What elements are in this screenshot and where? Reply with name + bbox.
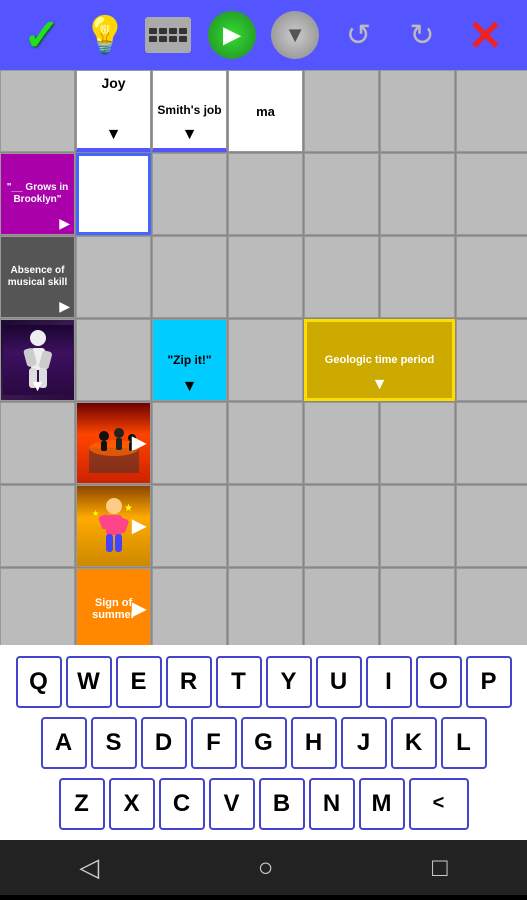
cell-zip-it[interactable]: "Zip it!" ▼	[152, 319, 227, 401]
key-q[interactable]: Q	[16, 656, 62, 708]
key-n[interactable]: N	[309, 778, 355, 830]
svg-text:★: ★	[92, 509, 99, 518]
check-button[interactable]: ✓	[16, 9, 68, 61]
undo-button[interactable]: ↺	[333, 9, 385, 61]
key-f[interactable]: F	[191, 717, 237, 769]
key-z[interactable]: Z	[59, 778, 105, 830]
cell-r2-c1[interactable]	[76, 236, 151, 318]
keyboard-button[interactable]	[142, 9, 194, 61]
cell-r0-c5[interactable]	[380, 70, 455, 152]
crossword-grid: Joy ▼ Smith's job ▼ ma "__ Grows in Broo…	[0, 70, 527, 645]
cell-photo-concert[interactable]: ▶	[76, 402, 151, 484]
cell-r3-c6[interactable]	[456, 319, 527, 401]
recents-button[interactable]: □	[432, 852, 448, 883]
cell-r6-c3[interactable]	[228, 568, 303, 645]
cell-r2-c6[interactable]	[456, 236, 527, 318]
key-g[interactable]: G	[241, 717, 287, 769]
cell-r1-c2[interactable]	[152, 153, 227, 235]
cell-photo-costume[interactable]: ★ ★ ▶	[76, 485, 151, 567]
cell-r1-c3[interactable]	[228, 153, 303, 235]
key-x[interactable]: X	[109, 778, 155, 830]
next-button[interactable]: ▶	[206, 9, 258, 61]
key-s[interactable]: S	[91, 717, 137, 769]
cell-r4-c5[interactable]	[380, 402, 455, 484]
keyboard-row-1: Q W E R T Y U I O P	[4, 656, 523, 708]
cell-r3-c1[interactable]	[76, 319, 151, 401]
cell-r1-c6[interactable]	[456, 153, 527, 235]
keyboard-row-3: Z X C V B N M <	[4, 778, 523, 830]
key-b[interactable]: B	[259, 778, 305, 830]
cell-r2-c2[interactable]	[152, 236, 227, 318]
key-k[interactable]: K	[391, 717, 437, 769]
cell-r5-c4[interactable]	[304, 485, 379, 567]
cell-r1-c1[interactable]	[76, 153, 151, 235]
cell-sign-summer[interactable]: Sign of summer ▶	[76, 568, 151, 645]
cell-r5-c5[interactable]	[380, 485, 455, 567]
key-j[interactable]: J	[341, 717, 387, 769]
keyboard-area: Q W E R T Y U I O P A S D F G H J K L Z …	[0, 645, 527, 840]
cell-photo-person[interactable]: ▼	[0, 319, 75, 401]
cell-r4-c6[interactable]	[456, 402, 527, 484]
key-w[interactable]: W	[66, 656, 112, 708]
key-a[interactable]: A	[41, 717, 87, 769]
cell-r4-c4[interactable]	[304, 402, 379, 484]
cell-r2-c3[interactable]	[228, 236, 303, 318]
cell-r4-c3[interactable]	[228, 402, 303, 484]
cell-r3-c3[interactable]	[228, 319, 303, 401]
cell-r4-c2[interactable]	[152, 402, 227, 484]
toolbar: ✓ 💡 ▶ ▼ ↺ ↻ ✕	[0, 0, 527, 70]
cell-header-ma[interactable]: ma	[228, 70, 303, 152]
key-o[interactable]: O	[416, 656, 462, 708]
cell-r2-c5[interactable]	[380, 236, 455, 318]
cell-r0-c0[interactable]	[0, 70, 75, 152]
home-button[interactable]: ○	[258, 852, 274, 883]
cell-r1-c5[interactable]	[380, 153, 455, 235]
cell-r6-c4[interactable]	[304, 568, 379, 645]
key-p[interactable]: P	[466, 656, 512, 708]
nav-bar: ◁ ○ □	[0, 840, 527, 895]
key-c[interactable]: C	[159, 778, 205, 830]
cell-r2-c4[interactable]	[304, 236, 379, 318]
cell-geologic[interactable]: Geologic time period ▼	[304, 319, 455, 401]
cell-r5-c3[interactable]	[228, 485, 303, 567]
key-t[interactable]: T	[216, 656, 262, 708]
svg-text:★: ★	[124, 503, 133, 514]
key-m[interactable]: M	[359, 778, 405, 830]
cell-r5-c0[interactable]	[0, 485, 75, 567]
key-y[interactable]: Y	[266, 656, 312, 708]
hint-button[interactable]: 💡	[79, 9, 131, 61]
back-button[interactable]: ◁	[79, 852, 99, 883]
grid-area: Joy ▼ Smith's job ▼ ma "__ Grows in Broo…	[0, 70, 527, 645]
cell-r0-c6[interactable]	[456, 70, 527, 152]
key-i[interactable]: I	[366, 656, 412, 708]
cell-r0-c4[interactable]	[304, 70, 379, 152]
cell-r6-c5[interactable]	[380, 568, 455, 645]
cell-r6-c6[interactable]	[456, 568, 527, 645]
key-e[interactable]: E	[116, 656, 162, 708]
backspace-key[interactable]: <	[409, 778, 469, 830]
down-button[interactable]: ▼	[269, 9, 321, 61]
cell-header-joy[interactable]: Joy ▼	[76, 70, 151, 152]
cell-r1-c4[interactable]	[304, 153, 379, 235]
cell-header-smiths[interactable]: Smith's job ▼	[152, 70, 227, 152]
cell-r5-c2[interactable]	[152, 485, 227, 567]
cell-r6-c2[interactable]	[152, 568, 227, 645]
cell-r5-c6[interactable]	[456, 485, 527, 567]
cell-grows-brooklyn[interactable]: "__ Grows in Brooklyn" ▶	[0, 153, 75, 235]
keyboard-row-2: A S D F G H J K L	[4, 717, 523, 769]
key-h[interactable]: H	[291, 717, 337, 769]
close-button[interactable]: ✕	[459, 9, 511, 61]
redo-button[interactable]: ↻	[396, 9, 448, 61]
key-l[interactable]: L	[441, 717, 487, 769]
cell-absence-musical[interactable]: Absence of musical skill ▶	[0, 236, 75, 318]
key-u[interactable]: U	[316, 656, 362, 708]
cell-r4-c0[interactable]	[0, 402, 75, 484]
key-r[interactable]: R	[166, 656, 212, 708]
key-v[interactable]: V	[209, 778, 255, 830]
key-d[interactable]: D	[141, 717, 187, 769]
cell-r6-c0[interactable]	[0, 568, 75, 645]
